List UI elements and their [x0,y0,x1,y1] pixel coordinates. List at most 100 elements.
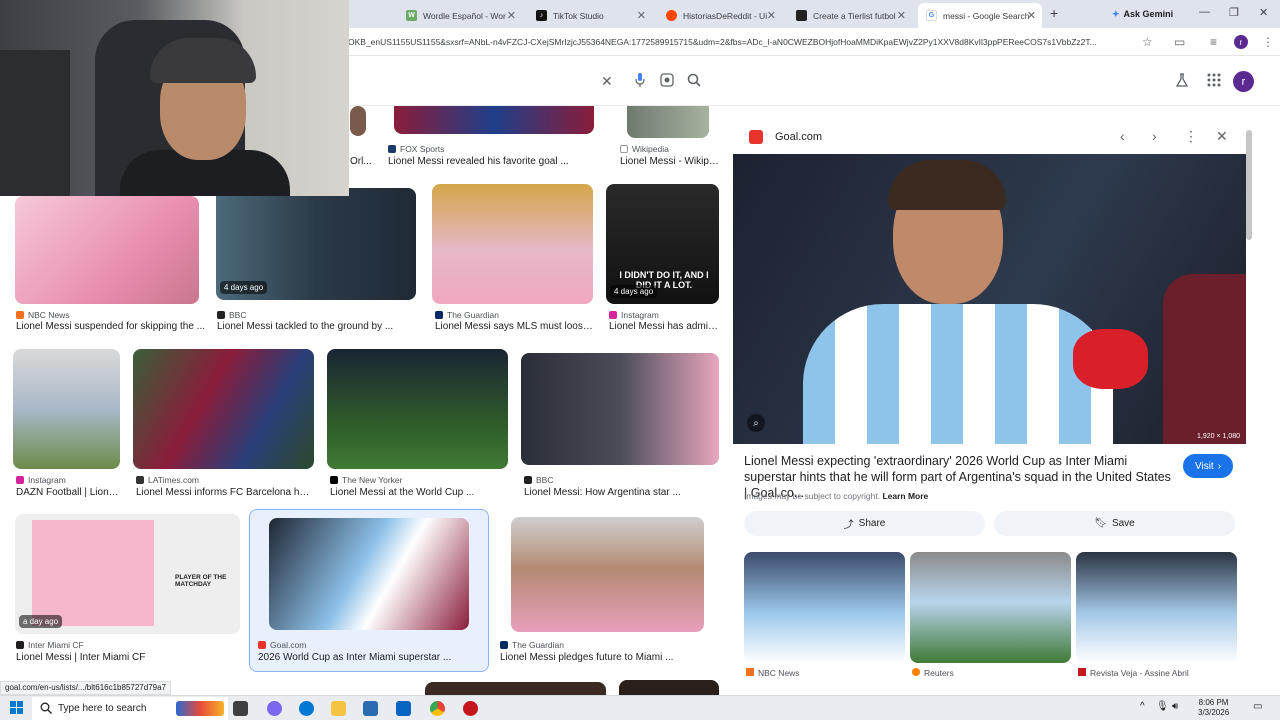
result-caption[interactable]: Lionel Messi informs FC Barcelona he ... [136,487,314,498]
related-image[interactable] [744,552,905,663]
image-thumbnail[interactable] [394,106,594,134]
edge-icon[interactable] [299,701,314,716]
url-field[interactable]: OKB_enUS1155US1155&sxsrf=ANbL-n4vFZCJ-CX… [348,37,1133,47]
related-source[interactable]: NBC News [746,668,800,678]
result-source[interactable]: LATimes.com [136,475,199,485]
close-icon[interactable]: ✕ [767,9,776,22]
result-caption[interactable]: Lionel Messi has admit... [609,321,719,332]
close-icon[interactable]: ✕ [1027,9,1036,22]
result-caption[interactable]: Lionel Messi: How Argentina star ... [524,487,714,498]
notification-icon[interactable]: ▭ [1253,701,1262,712]
lens-search-icon[interactable] [660,73,674,90]
new-tab-button[interactable]: + [1050,5,1058,21]
image-thumbnail[interactable] [15,196,199,304]
panel-scrollbar[interactable] [1246,130,1252,240]
result-source[interactable]: NBC News [16,310,70,320]
lens-icon[interactable]: ⌕ [747,414,765,432]
save-button[interactable]: 🔖︎ Save [994,511,1235,536]
media-control-icon[interactable]: ≡ [1210,35,1217,49]
image-thumbnail[interactable] [619,680,719,695]
bookmark-star-icon[interactable]: ☆ [1142,35,1153,49]
result-caption[interactable]: Lionel Messi - Wikipe... [620,156,720,167]
restore-icon[interactable]: ❐ [1229,6,1239,19]
more-options-icon[interactable]: ⋮ [1184,128,1198,145]
result-source[interactable]: Inter Miami CF [16,640,84,650]
image-thumbnail[interactable] [627,106,709,138]
preview-image[interactable]: ⌕ 1,920 × 1,080 [733,154,1246,444]
search-icon[interactable] [687,73,701,90]
result-source[interactable]: BBC [217,310,246,320]
apps-grid-icon[interactable] [1207,73,1221,90]
result-caption[interactable]: DAZN Football | Lionel... [16,487,120,498]
image-thumbnail[interactable] [133,349,314,469]
result-caption[interactable]: Lionel Messi | Inter Miami CF [16,652,236,663]
result-caption[interactable]: Lionel Messi at the World Cup ... [330,487,508,498]
tray-chevron-icon[interactable]: ^ [1140,701,1145,712]
result-source[interactable]: The Guardian [500,640,564,650]
system-clock[interactable]: 8:06 PM 3/3/2026 [1198,698,1229,718]
minimize-icon[interactable]: — [1199,6,1210,18]
chrome-icon[interactable] [430,701,445,716]
result-source[interactable]: Instagram [609,310,659,320]
result-source[interactable]: The New Yorker [330,475,402,485]
result-source[interactable]: The Guardian [435,310,499,320]
tab-reddit[interactable]: HistoriasDeReddit - Ui ✕ [658,3,782,28]
preview-source[interactable]: Goal.com [775,131,822,143]
image-thumbnail[interactable] [350,106,366,136]
result-caption[interactable]: Orl... [350,156,380,167]
learn-more-link[interactable]: Learn More [882,491,928,501]
related-image[interactable] [1076,552,1237,663]
speaker-icon[interactable]: 🔊︎ [1172,701,1178,712]
close-icon[interactable]: ✕ [897,9,906,22]
news-widget-icon[interactable] [176,701,224,716]
labs-flask-icon[interactable] [1175,73,1189,90]
profile-avatar[interactable]: r [1234,35,1248,49]
result-caption[interactable]: Lionel Messi revealed his favorite goal … [388,156,578,167]
file-explorer-icon[interactable] [331,701,346,716]
store-icon[interactable] [363,701,378,716]
image-thumbnail[interactable] [511,517,704,632]
tab-google-search[interactable]: G messi - Google Search ✕ [918,3,1042,28]
cast-icon[interactable]: ▭ [1174,35,1185,49]
related-image[interactable] [910,552,1071,663]
recording-app-icon[interactable] [463,701,478,716]
close-icon[interactable]: ✕ [507,9,516,22]
image-thumbnail[interactable]: PLAYER OF THE MATCHDAY a day ago [15,514,240,634]
image-thumbnail[interactable] [521,353,719,465]
share-button[interactable]: ⤴ Share [744,511,985,536]
image-thumbnail[interactable]: 4 days ago [216,188,416,300]
image-thumbnail[interactable] [13,349,120,469]
next-icon[interactable]: › [1152,128,1157,144]
result-caption[interactable]: Lionel Messi pledges future to Miami ... [500,652,715,663]
voice-search-icon[interactable] [634,73,646,90]
result-source[interactable]: Wikipedia [620,144,669,154]
previous-icon[interactable]: ‹ [1120,128,1125,144]
image-thumbnail[interactable] [327,349,508,469]
visit-button[interactable]: Visit › [1183,454,1234,478]
image-thumbnail[interactable] [432,184,593,304]
result-caption[interactable]: 2026 World Cup as Inter Miami superstar … [258,652,483,663]
ask-gemini-button[interactable]: ✦ Ask Gemini [1104,5,1181,23]
tab-tiktok[interactable]: ♪ TikTok Studio ✕ [528,3,652,28]
result-source[interactable]: BBC [524,475,553,485]
result-source[interactable]: Instagram [16,475,66,485]
menu-dots-icon[interactable]: ⋮ [1262,35,1274,49]
clear-search-icon[interactable]: ✕ [601,73,613,90]
result-caption[interactable]: Lionel Messi tackled to the ground by ..… [217,321,407,332]
task-view-icon[interactable] [233,701,248,716]
result-caption[interactable]: Lionel Messi suspended for skipping the … [16,321,206,332]
result-source[interactable]: FOX Sports [388,144,444,154]
close-icon[interactable]: ✕ [1216,128,1228,145]
image-thumbnail[interactable]: I DIDN'T DO IT, AND I DID IT A LOT. 4 da… [606,184,719,304]
google-account-avatar[interactable]: r [1233,71,1254,92]
close-window-icon[interactable]: ✕ [1259,6,1268,19]
microphone-icon[interactable]: 🎙︎ [1156,701,1169,712]
tab-tierlist[interactable]: Create a Tierlist futbol ✕ [788,3,912,28]
related-source[interactable]: Revista Veja - Assine Abril [1078,668,1189,678]
close-icon[interactable]: ✕ [637,9,646,22]
image-thumbnail[interactable] [425,682,606,695]
tab-wordle[interactable]: W Wordle Español - Wor ✕ [398,3,522,28]
outlook-icon[interactable] [396,701,411,716]
result-caption[interactable]: Lionel Messi says MLS must loose... [435,321,595,332]
windows-start-icon[interactable] [10,701,23,719]
